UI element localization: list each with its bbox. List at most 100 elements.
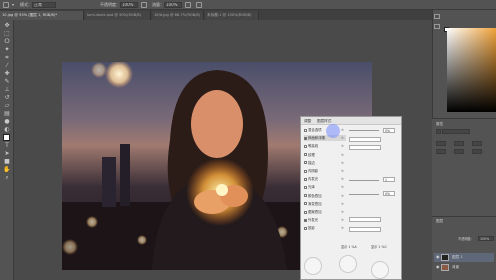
properties-field-7[interactable] [472,149,482,154]
history-icon[interactable] [434,14,440,19]
style-checkbox[interactable] [304,218,307,222]
tab-document-1[interactable]: 10.jpg @ 55% (图层 1, RGB/8)* [0,11,84,20]
dodge-icon[interactable]: ◐ [3,126,11,133]
add-style-icon[interactable]: ⊕ [341,168,344,174]
path-select-icon[interactable]: ➤ [3,150,11,157]
preset-swatch-1[interactable] [304,257,322,275]
opacity-value-field[interactable]: 0% [383,128,395,133]
opacity-slider[interactable] [349,130,379,131]
properties-field-4[interactable] [472,141,482,146]
properties-field-1[interactable] [442,129,470,134]
add-style-icon[interactable]: ⊕ [341,176,344,182]
size-slider[interactable] [349,180,379,181]
stamp-icon[interactable]: ⊥ [3,86,11,93]
layer-name[interactable]: 背景 [452,265,459,269]
hand-icon[interactable]: ✋ [3,166,11,173]
mode-select[interactable]: 正常 [32,2,56,8]
properties-field-3[interactable] [454,141,464,146]
style-item[interactable]: 斜面和浮雕 ⊕ [304,135,346,142]
add-style-icon[interactable]: ⊕ [341,184,344,190]
technique-dropdown[interactable] [349,145,381,150]
mask-icon[interactable] [436,129,441,134]
add-style-icon[interactable]: ⊕ [341,135,344,141]
color-picker-field[interactable] [447,28,496,112]
size-value-field[interactable]: 1 [383,177,395,182]
add-style-icon[interactable]: ⊕ [341,143,344,149]
add-style-icon[interactable]: ⊕ [341,160,344,166]
marquee-icon[interactable]: ⬚ [3,30,11,37]
opacity-field[interactable]: 100% [120,2,138,8]
add-style-icon[interactable]: ⊕ [341,225,344,231]
style-checkbox[interactable] [304,169,307,173]
foreground-color-swatch[interactable] [3,134,10,141]
blend-mode-dropdown[interactable] [349,137,381,142]
contour-dropdown[interactable] [349,217,381,222]
eraser-icon[interactable]: ▱ [3,102,11,109]
style-item[interactable]: 内阴影 ⊕ [304,168,346,174]
style-checkbox[interactable] [304,194,307,198]
airbrush-icon[interactable] [185,2,191,8]
magic-wand-icon[interactable]: ✦ [3,46,11,53]
healing-icon[interactable]: ✚ [3,70,11,77]
layers-opacity-field[interactable]: 100% [478,236,494,241]
style-item[interactable]: 内发光 ⊕ [304,176,346,182]
style-item[interactable]: 描边 ⊕ [304,160,346,166]
eyedropper-icon[interactable]: ⁄ [3,62,11,69]
type-icon[interactable]: T [3,142,11,149]
style-item[interactable]: 渐变叠加 ⊕ [304,201,346,207]
style-checkbox[interactable] [304,136,307,140]
tab-layer-style[interactable]: 图层样式 [317,119,331,123]
properties-field-2[interactable] [436,141,446,146]
crop-icon[interactable]: ⌗ [3,54,11,61]
add-style-icon[interactable]: ⊕ [341,193,344,199]
style-checkbox[interactable] [304,226,307,230]
style-checkbox[interactable] [304,177,307,181]
tab-adjust[interactable]: 调整 [304,119,311,123]
style-checkbox[interactable] [304,161,307,165]
tab-document-4[interactable]: 未标题-1 @ 100%(RGB/8) [205,11,259,20]
layer-row-2[interactable]: ◉ 背景 [434,263,494,272]
style-item[interactable]: 光泽 ⊕ [304,184,346,190]
style-checkbox[interactable] [304,202,307,206]
style-checkbox[interactable] [304,128,307,132]
flow-field[interactable]: 100% [164,2,182,8]
lasso-icon[interactable]: ⵔ [3,38,11,45]
brush-preset-icon[interactable] [3,2,9,8]
layer-name[interactable]: 图层 1 [452,255,463,259]
add-style-icon[interactable]: ⊕ [341,201,344,207]
eye-icon[interactable]: ◉ [436,255,440,259]
pressure-size-icon[interactable] [196,2,202,8]
fill-value-field[interactable]: 0% [383,191,395,196]
properties-field-6[interactable] [454,149,464,154]
zoom-icon[interactable]: ⌕ [3,174,11,181]
preset-swatch-3[interactable] [371,261,389,279]
bottom-check-2[interactable]: 显示 1 %0 [371,245,387,249]
actions-icon[interactable] [434,24,440,29]
style-checkbox[interactable] [304,153,307,157]
add-style-icon[interactable]: ⊕ [341,209,344,215]
eye-icon[interactable]: ◉ [436,265,440,269]
style-item[interactable]: 颜色叠加 ⊕ [304,193,346,199]
add-style-icon[interactable]: ⊕ [341,152,344,158]
fill-slider[interactable] [349,194,379,195]
style-item[interactable]: 外发光 ⊕ [304,217,346,223]
blur-icon[interactable]: ● [3,118,11,125]
style-checkbox[interactable] [304,185,307,189]
add-style-icon[interactable]: ⊕ [341,217,344,223]
preset-swatch-2[interactable] [339,255,357,273]
move-icon[interactable]: ✥ [3,22,11,29]
style-item[interactable]: 纹理 ⊕ [304,152,346,158]
style-item[interactable]: 投影 ⊕ [304,225,346,231]
gradient-icon[interactable]: ▤ [3,110,11,117]
shape-icon[interactable]: ■ [3,158,11,165]
tab-document-3[interactable]: 16/d.jpg @ 66.7%(RGB/8) [152,11,204,20]
bottom-check-1[interactable]: 显示 1 %A [341,245,357,249]
properties-field-5[interactable] [436,149,446,154]
style-item[interactable]: 图案叠加 ⊕ [304,209,346,215]
range-dropdown[interactable] [349,227,381,232]
style-item[interactable]: 等高线 ⊕ [304,143,346,149]
style-checkbox[interactable] [304,144,307,148]
history-brush-icon[interactable]: ↺ [3,94,11,101]
tab-document-2[interactable]: lumi-stock.psd @ 50%(RGB/8) [85,11,151,20]
layer-row-1[interactable]: ◉ 图层 1 [434,253,494,262]
